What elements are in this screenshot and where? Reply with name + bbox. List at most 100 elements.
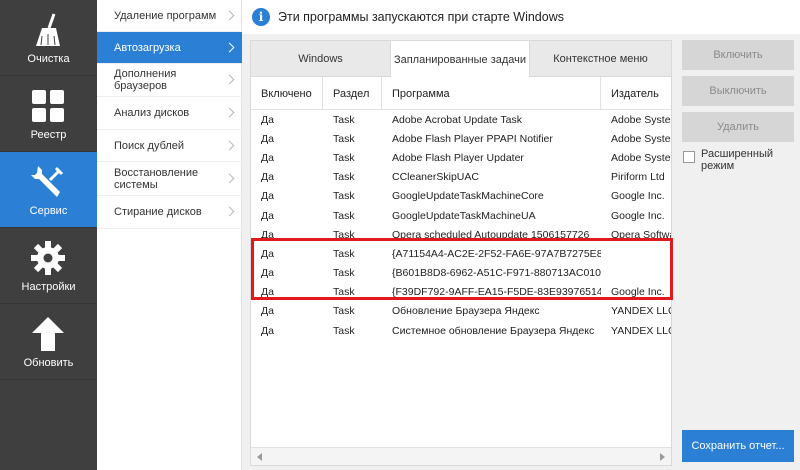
- rail-item-registry[interactable]: Реестр: [0, 76, 97, 152]
- cell-enabled: Да: [261, 132, 274, 145]
- grid-icon: [32, 90, 64, 122]
- column-header-section[interactable]: Раздел: [323, 77, 382, 110]
- cell-enabled: Да: [261, 151, 274, 164]
- horizontal-scrollbar[interactable]: [251, 447, 671, 465]
- chevron-right-icon: [224, 10, 235, 20]
- cell-enabled: Да: [261, 267, 274, 280]
- tab-scheduled-tasks[interactable]: Запланированные задачи: [391, 41, 530, 78]
- service-subnav: Удаление программ Автозагрузка Дополнени…: [97, 0, 242, 470]
- task-table-body: Да Task Adobe Acrobat Update Task Adobe Sys…: [251, 110, 671, 442]
- cell-publisher: Adobe System: [611, 132, 671, 145]
- cell-section: Task: [333, 151, 355, 164]
- chevron-right-icon: [224, 173, 235, 183]
- content-area: Windows Запланированные задачи Контекстн…: [242, 34, 680, 470]
- table-row[interactable]: Да Task GoogleUpdateTaskMachineUA Google In…: [251, 206, 671, 225]
- rail-item-cleanup[interactable]: Очистка: [0, 0, 97, 76]
- cell-program: GoogleUpdateTaskMachineUA: [392, 209, 536, 222]
- column-header-program[interactable]: Программа: [382, 77, 601, 110]
- cell-program: Системное обновление Браузера Яндекс: [392, 324, 595, 337]
- cell-section: Task: [333, 324, 355, 337]
- chevron-right-icon: [224, 74, 235, 85]
- arrow-up-icon: [32, 317, 64, 351]
- subnav-item-label: Восстановление системы: [114, 166, 199, 191]
- broom-icon: [36, 13, 60, 46]
- tab-windows[interactable]: Windows: [251, 41, 391, 77]
- rail-item-label: Реестр: [30, 129, 67, 141]
- cell-program: CCleanerSkipUAC: [392, 171, 479, 184]
- rail-item-service[interactable]: Сервис: [0, 152, 97, 228]
- column-header-publisher[interactable]: Издатель: [601, 77, 671, 110]
- subnav-item-label: Удаление программ: [114, 9, 217, 22]
- tab-context-menu[interactable]: Контекстное меню: [530, 41, 671, 77]
- table-row[interactable]: Да Task Обновление Браузера Яндекс YANDEX L…: [251, 302, 671, 321]
- subnav-item-label: Стирание дисков: [114, 206, 202, 218]
- advanced-mode-checkbox[interactable]: [683, 151, 695, 163]
- cell-section: Task: [333, 132, 355, 145]
- table-row[interactable]: Да Task Системное обновление Браузера Янде…: [251, 321, 671, 340]
- subnav-item-duplicate-finder[interactable]: Поиск дублей: [97, 130, 242, 162]
- cell-section: Task: [333, 228, 355, 241]
- subnav-item-label: Поиск дублей: [114, 139, 185, 152]
- subnav-item-label: Дополнения браузеров: [114, 68, 177, 92]
- cell-publisher: Google Inc.: [611, 209, 665, 222]
- subnav-item-label: Автозагрузка: [114, 41, 181, 54]
- chevron-right-icon: [224, 140, 235, 150]
- cell-section: Task: [333, 247, 355, 260]
- gear-icon: [31, 241, 65, 275]
- table-row[interactable]: Да Task Adobe Acrobat Update Task Adobe Sys…: [251, 110, 671, 129]
- cell-enabled: Да: [261, 190, 274, 203]
- info-icon: i: [252, 8, 270, 26]
- cell-program: {F39DF792-9AFF-EA15-F5DE-83E93976514E}: [392, 286, 601, 299]
- cell-publisher: Adobe System: [611, 151, 671, 164]
- cell-section: Task: [333, 267, 355, 280]
- enable-button[interactable]: Включить: [682, 40, 794, 70]
- cell-section: Task: [333, 171, 355, 184]
- subnav-item-system-restore[interactable]: Восстановление системы: [97, 162, 242, 196]
- subnav-item-uninstall[interactable]: Удаление программ: [97, 0, 242, 32]
- scroll-right-icon[interactable]: [660, 453, 665, 461]
- save-report-button[interactable]: Сохранить отчет...: [682, 430, 794, 462]
- delete-button[interactable]: Удалить: [682, 112, 794, 142]
- info-header: i Эти программы запускаются при старте W…: [242, 0, 800, 34]
- cell-publisher: Opera Softwa: [611, 228, 671, 241]
- rail-item-label: Настройки: [21, 281, 76, 293]
- table-row[interactable]: Да Task Adobe Flash Player Updater Adobe Sy…: [251, 148, 671, 167]
- column-header-enabled[interactable]: Включено: [251, 77, 323, 110]
- cell-publisher: Piriform Ltd: [611, 171, 665, 184]
- table-row[interactable]: Да Task Adobe Flash Player PPAPI Notifier A…: [251, 129, 671, 148]
- subnav-item-disk-wipe[interactable]: Стирание дисков: [97, 196, 242, 229]
- tab-bar: Windows Запланированные задачи Контекстн…: [251, 41, 671, 78]
- table-row[interactable]: Да Task {A71154A4-AC2E-2F52-FA6E-97A7B7275…: [251, 244, 671, 263]
- wrench-icon: [31, 166, 64, 197]
- rail-item-update[interactable]: Обновить: [0, 304, 97, 380]
- cell-program: Adobe Acrobat Update Task: [392, 113, 522, 126]
- cell-publisher: YANDEX LLC: [611, 324, 671, 337]
- subnav-item-autorun[interactable]: Автозагрузка: [97, 32, 242, 64]
- disable-button[interactable]: Выключить: [682, 76, 794, 106]
- cell-program: {A71154A4-AC2E-2F52-FA6E-97A7B7275E87}: [392, 247, 601, 260]
- cell-program: Adobe Flash Player PPAPI Notifier: [392, 132, 553, 145]
- table-row[interactable]: Да Task CCleanerSkipUAC Piriform Ltd: [251, 168, 671, 187]
- table-row[interactable]: Да Task {F39DF792-9AFF-EA15-F5DE-83E939765…: [251, 283, 671, 302]
- cell-enabled: Да: [261, 171, 274, 184]
- cell-section: Task: [333, 305, 355, 318]
- subnav-item-disk-analysis[interactable]: Анализ дисков: [97, 97, 242, 130]
- subnav-item-browser-addons[interactable]: Дополнения браузеров: [97, 64, 242, 97]
- main-nav-rail: Очистка Реестр Сервис Настройки Обновить: [0, 0, 97, 470]
- cell-publisher: YANDEX LLC: [611, 305, 671, 318]
- advanced-mode-option[interactable]: Расширенный режим: [683, 148, 795, 172]
- table-header: Включено Раздел Программа Издатель: [251, 77, 671, 110]
- cell-section: Task: [333, 286, 355, 299]
- table-row[interactable]: Да Task Opera scheduled Autoupdate 1506157…: [251, 225, 671, 244]
- cell-enabled: Да: [261, 286, 274, 299]
- rail-item-settings[interactable]: Настройки: [0, 228, 97, 304]
- cell-enabled: Да: [261, 324, 274, 337]
- advanced-mode-label: Расширенный режим: [701, 148, 773, 172]
- cell-enabled: Да: [261, 305, 274, 318]
- cell-publisher: Google Inc.: [611, 286, 665, 299]
- page-title: Эти программы запускаются при старте Win…: [278, 10, 564, 24]
- table-row[interactable]: Да Task {B601B8D8-6962-A51C-F971-880713AC0…: [251, 264, 671, 283]
- scroll-left-icon[interactable]: [257, 453, 262, 461]
- cell-program: {B601B8D8-6962-A51C-F971-880713AC010F}: [392, 267, 601, 280]
- table-row[interactable]: Да Task GoogleUpdateTaskMachineCore Google …: [251, 187, 671, 206]
